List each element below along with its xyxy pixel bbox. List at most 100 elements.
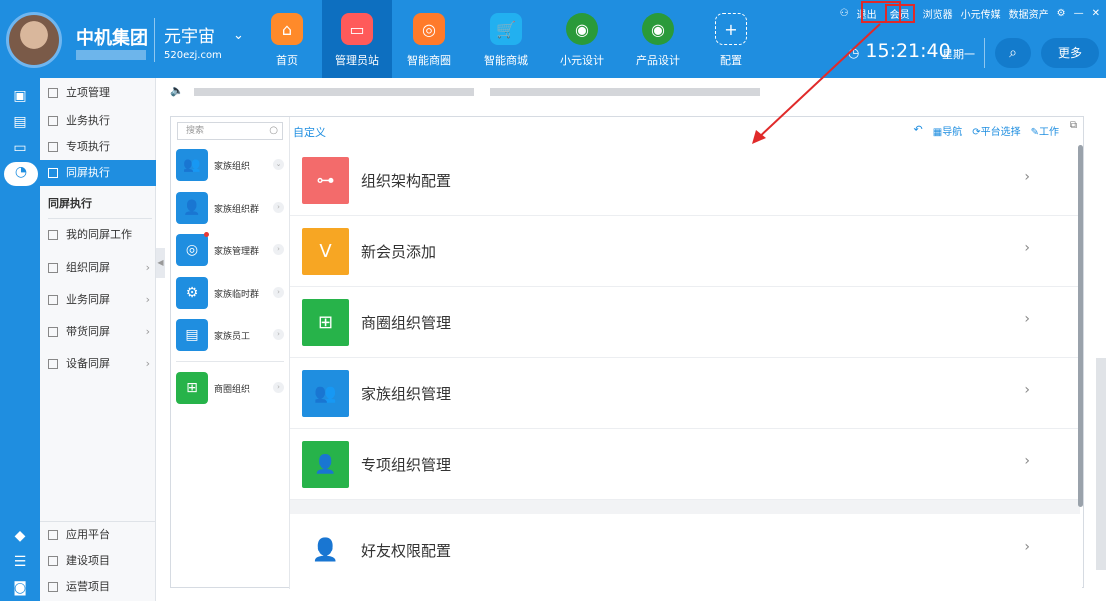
tab-admin-station[interactable]: ▭ 管理员站 (322, 0, 392, 78)
chevron-right-icon: › (1024, 169, 1030, 185)
nav-tool[interactable]: ▦导航 (933, 123, 962, 138)
nav-item-sync-screen-execution[interactable]: 同屏执行 (40, 160, 156, 186)
list-scrollbar[interactable] (1078, 145, 1083, 507)
chevron-right-icon: › (1024, 539, 1030, 555)
notice-bar: 🔈 (160, 80, 1106, 102)
blurred-notice-text (194, 88, 474, 96)
group-item[interactable]: ⊞ 商圈组织 › (176, 372, 286, 404)
tab-smart-business-circle[interactable]: ◎ 智能商圈 (394, 0, 464, 78)
logout-link[interactable]: 退出 (857, 6, 877, 21)
custom-title: 自定义 (293, 126, 326, 139)
nav-item-app-platform[interactable]: 应用平台 (40, 522, 156, 548)
section-gap (290, 500, 1080, 514)
list-item[interactable]: 👤 好友权限配置 › (290, 515, 1080, 586)
globe-people-icon: ◉ (642, 13, 674, 45)
list-item[interactable]: 👥 家族组织管理 › (290, 358, 1080, 429)
document-icon[interactable]: ▤ (10, 112, 30, 132)
list-item[interactable]: V 新会员添加 › (290, 216, 1080, 287)
home-icon: ⌂ (271, 13, 303, 45)
chevron-right-icon[interactable]: › (273, 382, 284, 393)
vip-add-icon: V (302, 228, 349, 275)
nav-item-project-setup[interactable]: 立项管理 (40, 80, 156, 106)
temp-group-icon: ⚙ (176, 277, 208, 309)
chevron-down-icon[interactable]: ⌄ (273, 159, 284, 170)
user-stack-icon: 👤 (302, 441, 349, 488)
back-icon[interactable]: ↶ (914, 123, 923, 138)
list-item[interactable]: ⊞ 商圈组织管理 › (290, 287, 1080, 358)
manage-group-icon: ◎ (176, 234, 208, 266)
chevron-right-icon[interactable]: › (273, 329, 284, 340)
close-icon[interactable]: ✕ (1092, 8, 1100, 19)
list-icon[interactable]: ☰ (10, 552, 30, 572)
group-item[interactable]: ▤ 家族员工 › (176, 319, 286, 351)
minimize-icon[interactable]: — (1074, 8, 1084, 19)
secondary-nav: 立项管理 业务执行 专项执行 同屏执行 同屏执行 我的同屏工作 组织同屏 › 业务… (40, 78, 156, 601)
avatar[interactable] (6, 12, 62, 68)
grid-icon (48, 116, 58, 126)
unread-dot (204, 232, 209, 237)
nav-item-org-sync[interactable]: 组织同屏 › (40, 255, 156, 281)
member-link[interactable]: 会员 (884, 4, 915, 23)
tab-smart-mall[interactable]: 🛒 智能商城 (471, 0, 541, 78)
nav-item-livesale-sync[interactable]: 带货同屏 › (40, 319, 156, 345)
monitor-icon: ▭ (341, 13, 373, 45)
cube-icon[interactable]: ◆ (10, 526, 30, 546)
sync-screen-icon[interactable]: ◔ (4, 162, 38, 186)
grid-icon (48, 582, 58, 592)
nav-item-special-execution[interactable]: 专项执行 (40, 134, 156, 160)
tab-product-design[interactable]: ◉ 产品设计 (623, 0, 693, 78)
doc-icon (48, 263, 58, 273)
nav-item-business-execution[interactable]: 业务执行 (40, 108, 156, 134)
chevron-right-icon: › (145, 261, 150, 274)
search-button[interactable]: ⌕ (995, 38, 1031, 68)
gear-icon[interactable]: ⚙ (1057, 8, 1066, 19)
top-right-links: ⚇ 退出 会员 浏览器 小元传媒 数据资产 ⚙ — ✕ (840, 4, 1100, 23)
grid-icon (48, 530, 58, 540)
nav-item-business-sync[interactable]: 业务同屏 › (40, 287, 156, 313)
collapse-handle[interactable]: ◀ (156, 248, 165, 278)
chevron-down-icon[interactable]: ⌄ (233, 28, 244, 43)
tab-home[interactable]: ⌂ 首页 (252, 0, 322, 78)
group-item[interactable]: ⚙ 家族临时群 › (176, 277, 286, 309)
section-title: 同屏执行 (48, 197, 92, 210)
xiaoyuan-media-link[interactable]: 小元传媒 (961, 6, 1001, 21)
people-icon: 👥 (176, 149, 208, 181)
chevron-right-icon: › (1024, 311, 1030, 327)
work-tool[interactable]: ✎工作 (1031, 123, 1059, 138)
screen-icon[interactable]: ▭ (10, 138, 30, 158)
group-item[interactable]: 👥 家族组织 ⌄ (176, 149, 286, 181)
tab-config[interactable]: + 配置 (696, 0, 766, 78)
doc-icon (48, 327, 58, 337)
grid-icon (48, 556, 58, 566)
briefcase-icon[interactable]: ▣ (10, 86, 30, 106)
world-url: 520ezj.com (164, 50, 222, 61)
list-item[interactable]: ⊶ 组织架构配置 › (290, 145, 1080, 216)
world-title[interactable]: 元宇宙 (164, 22, 215, 47)
platform-select-tool[interactable]: ⟳平台选择 (972, 123, 1020, 138)
blurred-notice-text (490, 88, 760, 96)
nav-item-operation-project[interactable]: 运营项目 (40, 574, 156, 600)
user-icon[interactable]: ⚇ (840, 8, 849, 19)
doc-icon (48, 230, 58, 240)
org-subtitle-blurred (76, 50, 146, 60)
chevron-right-icon[interactable]: › (273, 244, 284, 255)
browser-link[interactable]: 浏览器 (923, 6, 953, 21)
org-name: 中机集团 (76, 28, 148, 49)
nav-item-device-sync[interactable]: 设备同屏 › (40, 351, 156, 377)
tab-xiaoyuan-design[interactable]: ◉ 小元设计 (547, 0, 617, 78)
group-item[interactable]: ◎ 家族管理群 › (176, 232, 286, 266)
nav-item-construction-project[interactable]: 建设项目 (40, 548, 156, 574)
group-item[interactable]: 👤 家族组织群 › (176, 192, 286, 224)
camera-icon[interactable]: ◙ (10, 578, 30, 598)
chevron-right-icon[interactable]: › (273, 287, 284, 298)
window-scrollbar[interactable] (1096, 358, 1106, 570)
chevron-right-icon[interactable]: › (273, 202, 284, 213)
nav-item-my-sync-work[interactable]: 我的同屏工作 (40, 222, 156, 248)
group-search-input[interactable]: 搜索 ○ (177, 122, 283, 140)
chevron-right-icon: › (1024, 240, 1030, 256)
chevron-right-icon: › (1024, 453, 1030, 469)
maximize-icon[interactable]: ⧉ (1070, 120, 1077, 131)
list-item[interactable]: 👤 专项组织管理 › (290, 429, 1080, 500)
more-button[interactable]: 更多 (1041, 38, 1099, 68)
data-assets-link[interactable]: 数据资产 (1009, 6, 1049, 21)
